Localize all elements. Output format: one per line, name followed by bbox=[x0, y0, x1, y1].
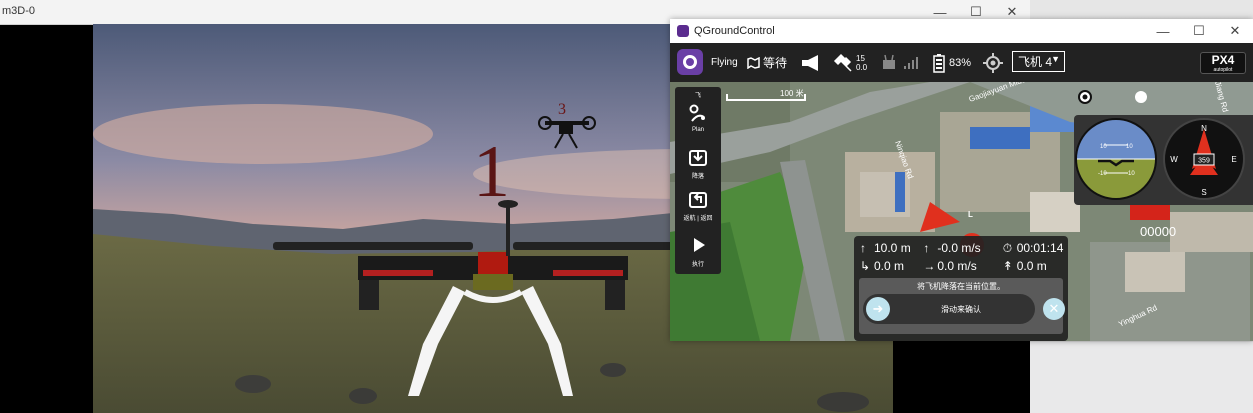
instrument-counter: 00000 bbox=[1140, 224, 1177, 239]
waypoint-distance-icon: ↟ bbox=[1002, 259, 1013, 273]
home-distance-value: 0.0 m bbox=[874, 259, 905, 273]
land-icon bbox=[689, 150, 707, 166]
desktop-lower-area bbox=[1030, 342, 1253, 413]
satellite-icon bbox=[833, 53, 852, 72]
rtl-icon bbox=[689, 192, 707, 208]
scene-label-3: 3 bbox=[558, 101, 566, 118]
rtl-tool-label: 返航 | 返回 bbox=[683, 216, 713, 222]
px4-logo-text: PX4 bbox=[1211, 53, 1235, 67]
compass-e: E bbox=[1231, 155, 1236, 164]
qgc-toolbar: Flying 等待 15 0.0 83% 飞机 4 ▼ PX4 autopilo… bbox=[670, 43, 1253, 82]
gps-count: 15 bbox=[856, 53, 865, 63]
rc-rssi-indicator[interactable] bbox=[882, 43, 918, 82]
scene-label-1: 1 bbox=[473, 131, 510, 213]
execute-tool-label: 执行 bbox=[691, 262, 704, 268]
plan-tool-label: Plan bbox=[691, 127, 704, 133]
cancel-button[interactable]: ✕ bbox=[1043, 298, 1065, 320]
rtl-tool-button[interactable]: 返航 | 返回 bbox=[675, 189, 721, 222]
telemetry-row-2: ↳ 0.0 m → 0.0 m/s ↟ 0.0 m bbox=[860, 259, 1047, 273]
ground-speed-icon: → bbox=[923, 259, 936, 273]
slide-to-confirm-label: 滑动来确认 bbox=[941, 305, 981, 314]
qgc-logo-icon[interactable] bbox=[677, 49, 703, 75]
attitude-tick-1: 10 bbox=[1100, 144, 1107, 150]
execute-tool-button[interactable]: 执行 bbox=[675, 235, 721, 268]
arrow-right-icon[interactable]: ➜ bbox=[866, 297, 890, 321]
compass-indicator: 359 N E S W bbox=[1163, 118, 1245, 200]
vehicle-selector[interactable]: 飞机 4 ▼ bbox=[1012, 51, 1065, 72]
climb-rate-icon: ↑ bbox=[923, 241, 930, 255]
flight-time-value: 00:01:14 bbox=[1016, 241, 1064, 255]
climb-rate-value: -0.0 m/s bbox=[937, 241, 981, 255]
attitude-tick-3: -10 bbox=[1098, 171, 1107, 177]
flight-mode-label: Flying bbox=[711, 57, 738, 68]
vehicle-marker-label: L bbox=[968, 210, 973, 219]
location-indicator[interactable] bbox=[983, 43, 1003, 82]
chevron-down-icon: ▼ bbox=[1051, 54, 1060, 64]
compass-n: N bbox=[1201, 124, 1207, 133]
compass-heading: 359 bbox=[1198, 158, 1210, 165]
messages-indicator[interactable] bbox=[800, 43, 822, 82]
map-scale-bar: 100 米 bbox=[726, 88, 806, 108]
play-icon bbox=[694, 238, 705, 252]
attitude-tick-2: 10 bbox=[1126, 144, 1133, 150]
compass-s: S bbox=[1201, 188, 1206, 197]
px4-logo-subtext: autopilot bbox=[1213, 67, 1233, 73]
land-tool-button[interactable]: 降落 bbox=[675, 147, 721, 180]
qgc-window-controls: — ☐ ✕ bbox=[1145, 19, 1253, 43]
px4-logo: PX4 autopilot bbox=[1200, 52, 1246, 74]
tool-top-label: 飞 bbox=[694, 93, 701, 99]
battery-indicator[interactable]: 83% bbox=[933, 43, 971, 82]
map-scale-label: 100 米 bbox=[780, 89, 804, 98]
gps-indicator[interactable]: 15 0.0 bbox=[832, 43, 867, 82]
attitude-tick-4: -10 bbox=[1126, 171, 1135, 177]
flight-mode-indicator[interactable]: Flying bbox=[711, 43, 738, 82]
rc-signal-icon bbox=[883, 54, 918, 69]
instrument-panel: 10 10 -10 -10 359 N E S W bbox=[1074, 115, 1253, 205]
battery-percentage: 83% bbox=[949, 56, 972, 69]
flight-state-indicator[interactable]: 等待 bbox=[747, 43, 787, 82]
battery-icon bbox=[933, 53, 945, 73]
maximize-button[interactable]: ☐ bbox=[1181, 19, 1217, 43]
map-view[interactable]: Gaojiayuan Middle St Ninqiao Rd Yinghua … bbox=[670, 82, 1253, 341]
altitude-icon: ↑ bbox=[860, 241, 866, 255]
qgc-window-title: QGroundControl bbox=[694, 25, 775, 37]
flight-state-label: 等待 bbox=[763, 56, 788, 70]
vehicle-selector-value: 飞机 4 bbox=[1018, 55, 1053, 69]
close-icon: ✕ bbox=[1048, 301, 1060, 316]
plan-tool-button[interactable]: Plan bbox=[675, 103, 721, 133]
crosshair-icon bbox=[983, 52, 1003, 73]
plan-icon bbox=[689, 104, 705, 122]
telemetry-row-1: ↑ 10.0 m ↑ -0.0 m/s ⏱ 00:01:14 bbox=[860, 241, 1063, 256]
compass-w: W bbox=[1170, 155, 1178, 164]
guided-action-confirm: 将飞机降落在当前位置。 ➜ 滑动来确认 ✕ bbox=[859, 278, 1065, 334]
altitude-value: 10.0 m bbox=[874, 241, 911, 255]
confirm-message: 将飞机降落在当前位置。 bbox=[917, 282, 1005, 291]
timer-icon: ⏱ bbox=[1002, 241, 1013, 255]
instrument-gauges: 10 10 -10 -10 359 N E S W bbox=[1075, 118, 1245, 200]
telemetry-panel: ↑ 10.0 m ↑ -0.0 m/s ⏱ 00:01:14 ↳ 0.0 m → 0.0 … bbox=[854, 236, 1068, 341]
tool-strip: 飞 Plan 降落 返航 | 返回 执行 bbox=[675, 87, 721, 274]
ground-speed-value: 0.0 m/s bbox=[937, 259, 977, 273]
qgroundcontrol-window: QGroundControl — ☐ ✕ Flying 等待 15 0.0 83… bbox=[670, 19, 1253, 341]
map-icon bbox=[747, 56, 760, 69]
minimize-button[interactable]: — bbox=[1145, 19, 1181, 43]
waypoint-distance-value: 0.0 m bbox=[1016, 259, 1047, 273]
close-button[interactable]: ✕ bbox=[1217, 19, 1253, 43]
gps-hdop: 0.0 bbox=[856, 62, 868, 72]
qgc-app-icon bbox=[677, 25, 689, 37]
attitude-indicator bbox=[1076, 119, 1156, 199]
background-window-title: m3D-0 bbox=[2, 5, 36, 17]
land-tool-label: 降落 bbox=[691, 174, 704, 180]
megaphone-icon bbox=[802, 54, 818, 71]
slide-to-confirm[interactable]: ➜ 滑动来确认 bbox=[863, 294, 1035, 324]
qgc-titlebar: QGroundControl — ☐ ✕ bbox=[670, 19, 1253, 43]
home-distance-icon: ↳ bbox=[860, 259, 871, 273]
